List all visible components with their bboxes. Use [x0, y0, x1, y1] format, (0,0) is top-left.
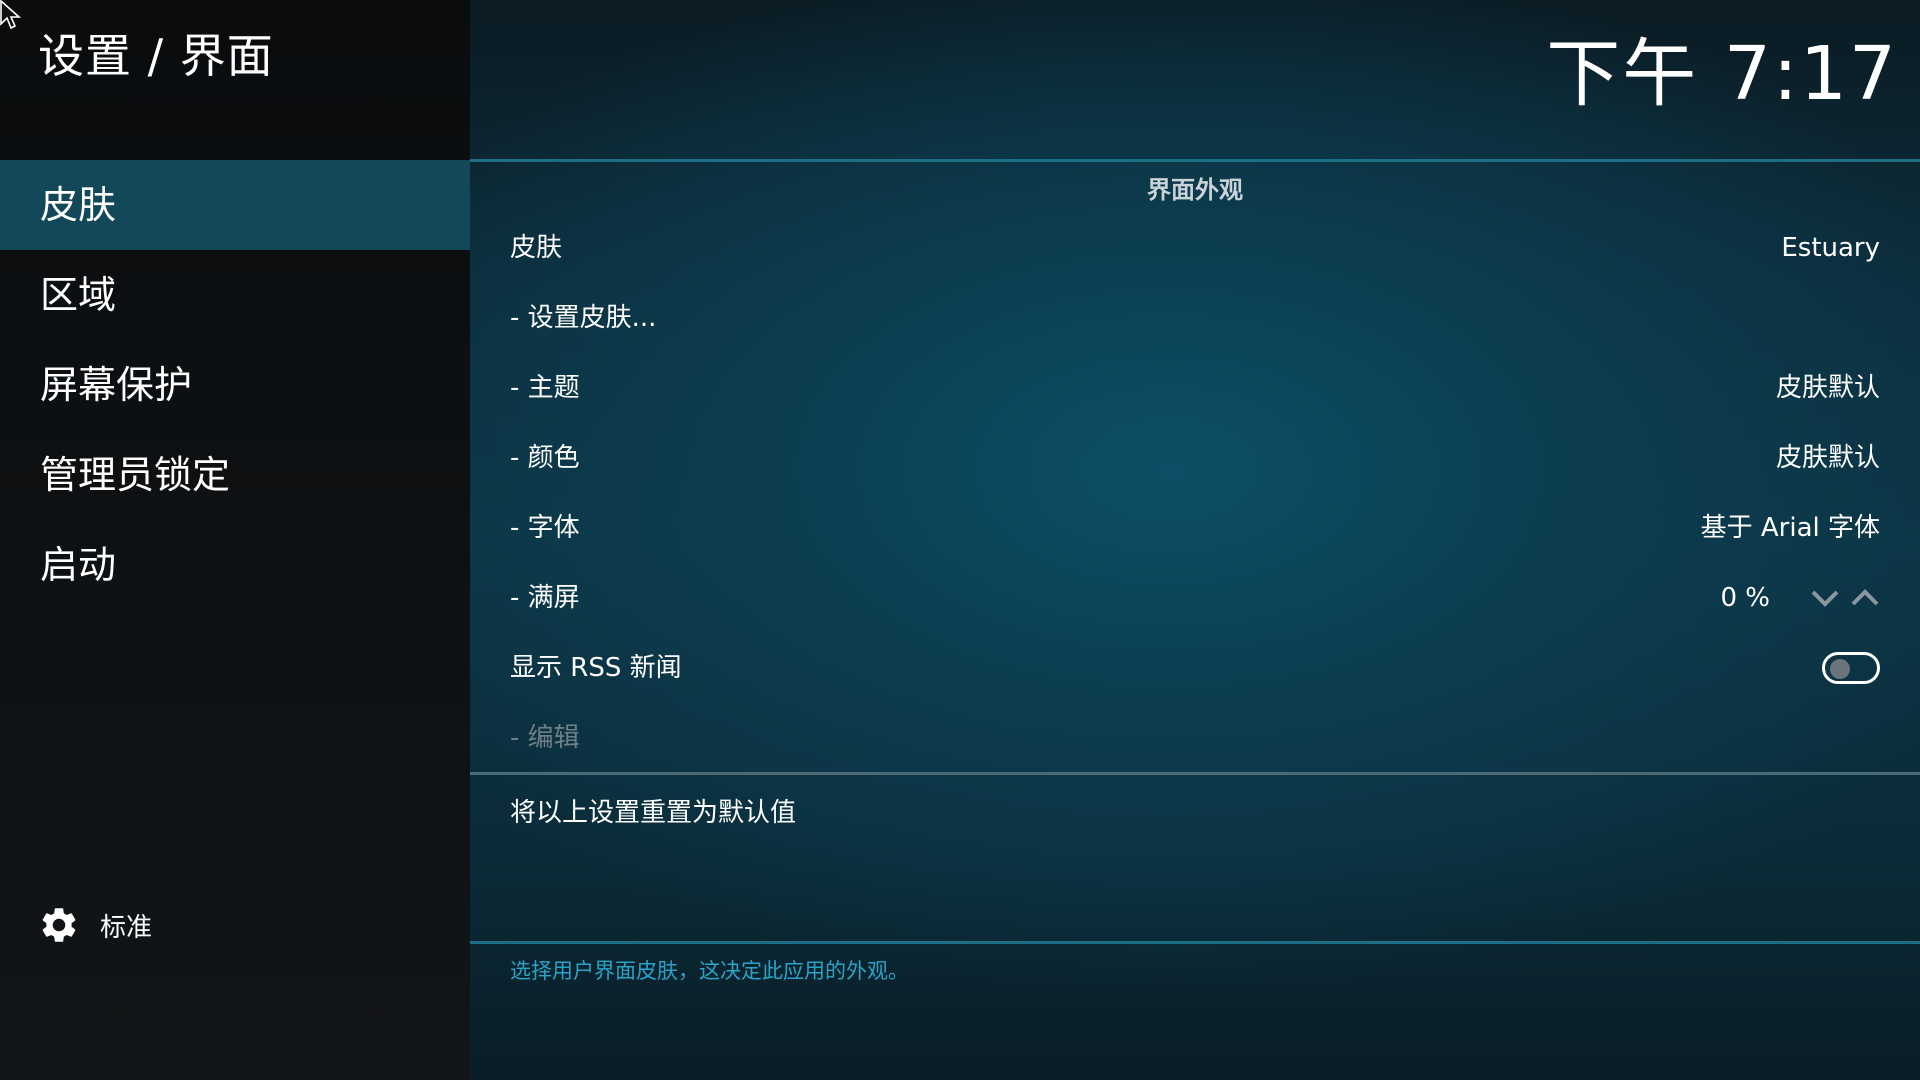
setting-label: - 编辑 — [510, 723, 580, 753]
setting-label: - 设置皮肤... — [510, 303, 657, 333]
divider — [470, 159, 1920, 162]
rss-toggle-switch[interactable] — [1822, 652, 1880, 684]
setting-value: 皮肤默认 — [1775, 443, 1880, 473]
setting-fonts[interactable]: - 字体 基于 Arial 字体 — [470, 493, 1920, 563]
setting-configure-skin[interactable]: - 设置皮肤... — [470, 283, 1920, 353]
nav-item-label: 区域 — [40, 273, 117, 317]
chevron-up-icon[interactable] — [1850, 587, 1880, 609]
setting-colors[interactable]: - 颜色 皮肤默认 — [470, 423, 1920, 493]
settings-level-button[interactable]: 标准 — [38, 902, 152, 948]
section-title: 界面外观 — [1147, 176, 1243, 204]
settings-list: 皮肤 Estuary - 设置皮肤... - 主题 皮肤默认 - 颜色 皮肤默认… — [470, 213, 1920, 773]
nav-item-screensaver[interactable]: 屏幕保护 — [0, 340, 470, 430]
divider — [470, 772, 1920, 775]
setting-show-rss[interactable]: 显示 RSS 新闻 — [470, 633, 1920, 703]
settings-panel: 下午 7:17 界面外观 皮肤 Estuary - 设置皮肤... - 主题 皮… — [470, 0, 1920, 1080]
reset-defaults-button[interactable]: 将以上设置重置为默认值 — [510, 778, 796, 848]
category-list: 皮肤 区域 屏幕保护 管理员锁定 启动 — [0, 160, 470, 610]
nav-item-label: 皮肤 — [40, 183, 117, 227]
nav-item-skin[interactable]: 皮肤 — [0, 160, 470, 250]
setting-description: 选择用户界面皮肤，这决定此应用的外观。 — [510, 959, 909, 983]
setting-label: - 字体 — [510, 513, 580, 543]
spin-control — [1810, 563, 1880, 633]
setting-value: 基于 Arial 字体 — [1700, 513, 1880, 543]
clock: 下午 7:17 — [1546, 31, 1898, 117]
mouse-cursor-icon — [0, 0, 22, 30]
setting-zoom[interactable]: - 满屏 0 % — [470, 563, 1920, 633]
nav-item-regional[interactable]: 区域 — [0, 250, 470, 340]
setting-label: - 满屏 — [510, 583, 580, 613]
setting-label: - 主题 — [510, 373, 580, 403]
setting-label: 显示 RSS 新闻 — [510, 653, 682, 683]
setting-label: - 颜色 — [510, 443, 580, 473]
toggle-knob — [1830, 659, 1850, 679]
setting-value: 皮肤默认 — [1775, 373, 1880, 403]
chevron-down-icon[interactable] — [1810, 587, 1840, 609]
setting-theme[interactable]: - 主题 皮肤默认 — [470, 353, 1920, 423]
kodi-settings-screen: 设置 / 界面 皮肤 区域 屏幕保护 管理员锁定 启动 标准 下午 7:17 界… — [0, 0, 1920, 1080]
nav-item-label: 屏幕保护 — [40, 363, 193, 407]
breadcrumb: 设置 / 界面 — [38, 29, 274, 83]
setting-value: Estuary — [1781, 233, 1880, 263]
nav-item-label: 启动 — [40, 543, 117, 587]
setting-label: 皮肤 — [510, 233, 563, 263]
setting-edit: - 编辑 — [470, 703, 1920, 773]
settings-level-label: 标准 — [100, 912, 153, 943]
sidebar: 设置 / 界面 皮肤 区域 屏幕保护 管理员锁定 启动 标准 — [0, 0, 470, 1080]
nav-item-label: 管理员锁定 — [40, 453, 231, 497]
gear-icon — [42, 908, 76, 942]
nav-item-master-lock[interactable]: 管理员锁定 — [0, 430, 470, 520]
setting-value: 0 % — [1720, 583, 1770, 613]
divider — [470, 941, 1920, 944]
setting-skin[interactable]: 皮肤 Estuary — [470, 213, 1920, 283]
nav-item-startup[interactable]: 启动 — [0, 520, 470, 610]
